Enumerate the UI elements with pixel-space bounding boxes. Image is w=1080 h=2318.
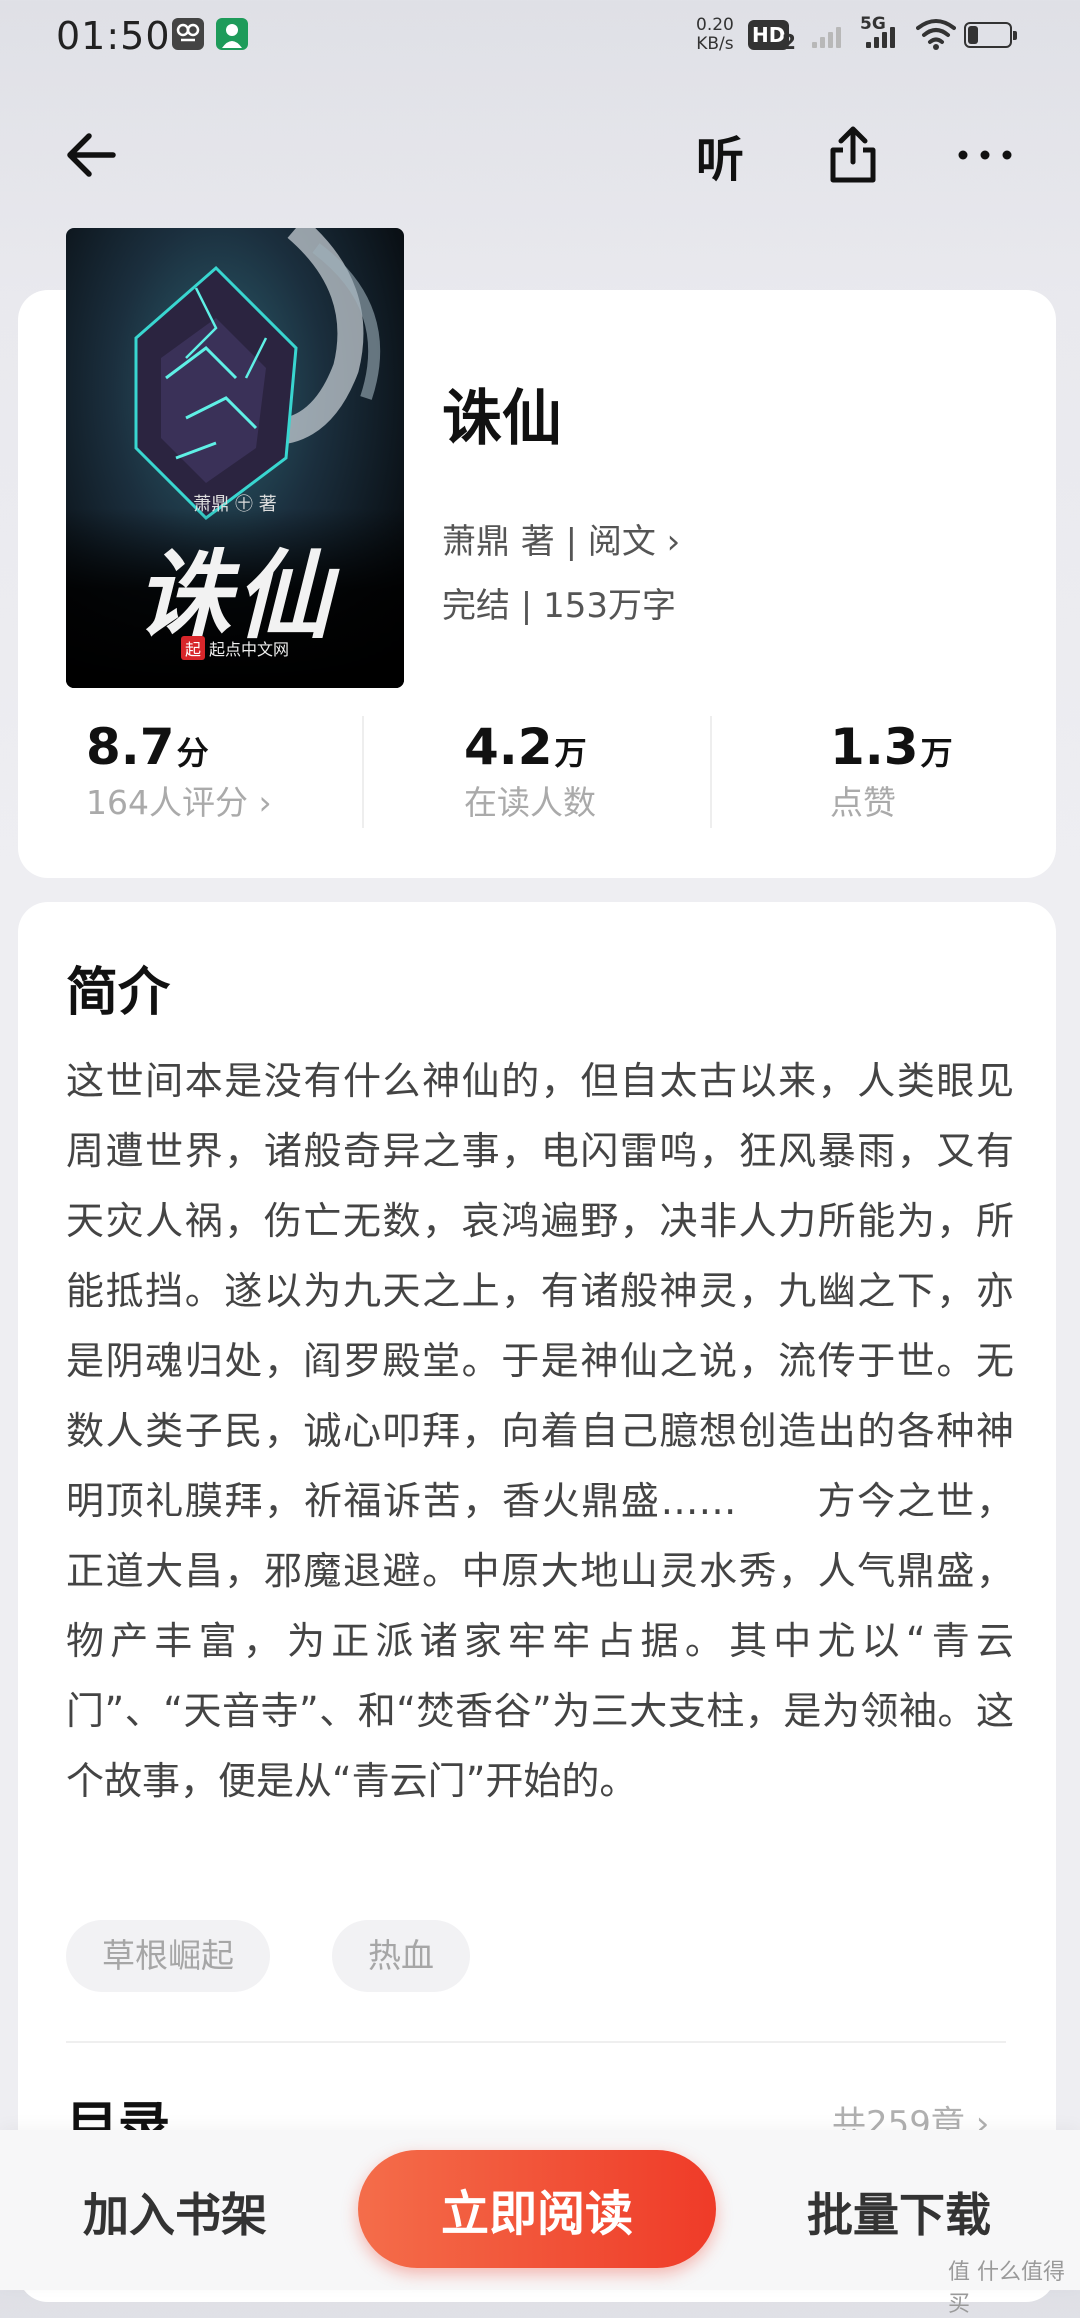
- synopsis-text[interactable]: 这世间本是没有什么神仙的，但自太古以来，人类眼见周遭世界，诸般奇异之事，电闪雷鸣…: [66, 1046, 1014, 1816]
- intro-title: 简介: [66, 963, 171, 1023]
- author-link[interactable]: 萧鼎 著 | 阅文 ›: [442, 514, 680, 563]
- batch-download-button[interactable]: 批量下载: [764, 2154, 1034, 2270]
- stat-label: 点赞: [830, 783, 896, 822]
- tag-chip[interactable]: 草根崛起: [66, 1920, 270, 1992]
- network-speed: 0.20 KB/s: [696, 15, 734, 54]
- more-icon: [958, 150, 1012, 160]
- more-button[interactable]: [950, 120, 1020, 190]
- add-to-shelf-button[interactable]: 加入书架: [40, 2154, 310, 2270]
- stat-value: 8.7分: [86, 718, 209, 776]
- stat-value: 4.2万: [464, 718, 587, 776]
- stat-divider: [362, 716, 364, 828]
- book-title: 诛仙: [442, 384, 562, 454]
- stat-rating[interactable]: 8.7分 164人评分 ›: [86, 718, 272, 824]
- section-divider: [66, 2041, 1006, 2043]
- read-now-button[interactable]: 立即阅读: [358, 2150, 716, 2268]
- stat-label: 164人评分 ›: [86, 783, 272, 822]
- listen-button[interactable]: 听: [688, 120, 752, 190]
- watermark: 值 什么值得买: [948, 2260, 1065, 2317]
- stat-label: 在读人数: [464, 783, 596, 822]
- share-icon: [830, 126, 876, 183]
- back-button[interactable]: [56, 120, 126, 190]
- stat-value: 1.3万: [830, 718, 953, 776]
- back-arrow-icon: [67, 133, 116, 177]
- cover-author: 萧鼎 ㊉ 著: [193, 494, 277, 515]
- signal-sim1-icon: [866, 26, 895, 48]
- status-time: 01:50: [56, 14, 171, 58]
- wifi-icon: [916, 18, 956, 54]
- stat-readers: 4.2万 在读人数: [464, 718, 596, 824]
- hd-voice-sub: 2: [782, 30, 796, 54]
- book-cover[interactable]: 萧鼎 ㊉ 著 诛仙 起起点中文网: [66, 228, 404, 688]
- share-button[interactable]: [818, 120, 888, 190]
- book-status: 完结 | 153万字: [442, 586, 676, 626]
- app-notification-icon: [172, 18, 204, 50]
- stat-divider: [710, 716, 712, 828]
- battery-icon: [964, 22, 1017, 48]
- avatar-notification-icon: [216, 18, 248, 50]
- cover-publisher: 起起点中文网: [66, 636, 404, 660]
- stat-likes[interactable]: 1.3万 点赞: [830, 718, 953, 824]
- signal-sim2-icon: [812, 22, 841, 48]
- tag-chip[interactable]: 热血: [332, 1920, 470, 1992]
